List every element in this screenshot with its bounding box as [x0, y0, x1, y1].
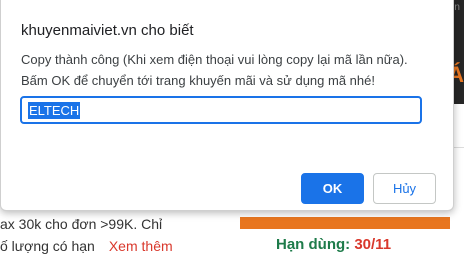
coupon-note-text: ố lượng có hạn: [0, 238, 95, 254]
ok-button[interactable]: OK: [301, 173, 364, 204]
coupon-note: ố lượng có hạn Xem thêm: [0, 238, 173, 254]
expiry-label: Hạn dùng:: [276, 236, 351, 253]
see-more-link[interactable]: Xem thêm: [109, 238, 173, 254]
coupon-button-bar[interactable]: [240, 217, 450, 229]
prompt-input-value: ELTECH: [28, 101, 81, 119]
cancel-button[interactable]: Hủy: [373, 173, 436, 204]
dialog-message-line-2: Bấm OK để chuyển tới trang khuyến mãi và…: [21, 73, 375, 88]
expiry-info: Hạn dùng: 30/11: [276, 236, 391, 253]
coupon-description: ax 30k cho đơn >99K. Chỉ: [0, 216, 163, 232]
alert-dialog: khuyenmaiviet.vn cho biết Copy thành côn…: [0, 0, 454, 211]
prompt-input[interactable]: ELTECH: [20, 96, 422, 124]
dialog-message-line-1: Copy thành công (Khi xem điện thoại vui …: [21, 52, 408, 67]
dialog-title: khuyenmaiviet.vn cho biết: [21, 22, 194, 39]
expiry-date: 30/11: [354, 236, 392, 253]
